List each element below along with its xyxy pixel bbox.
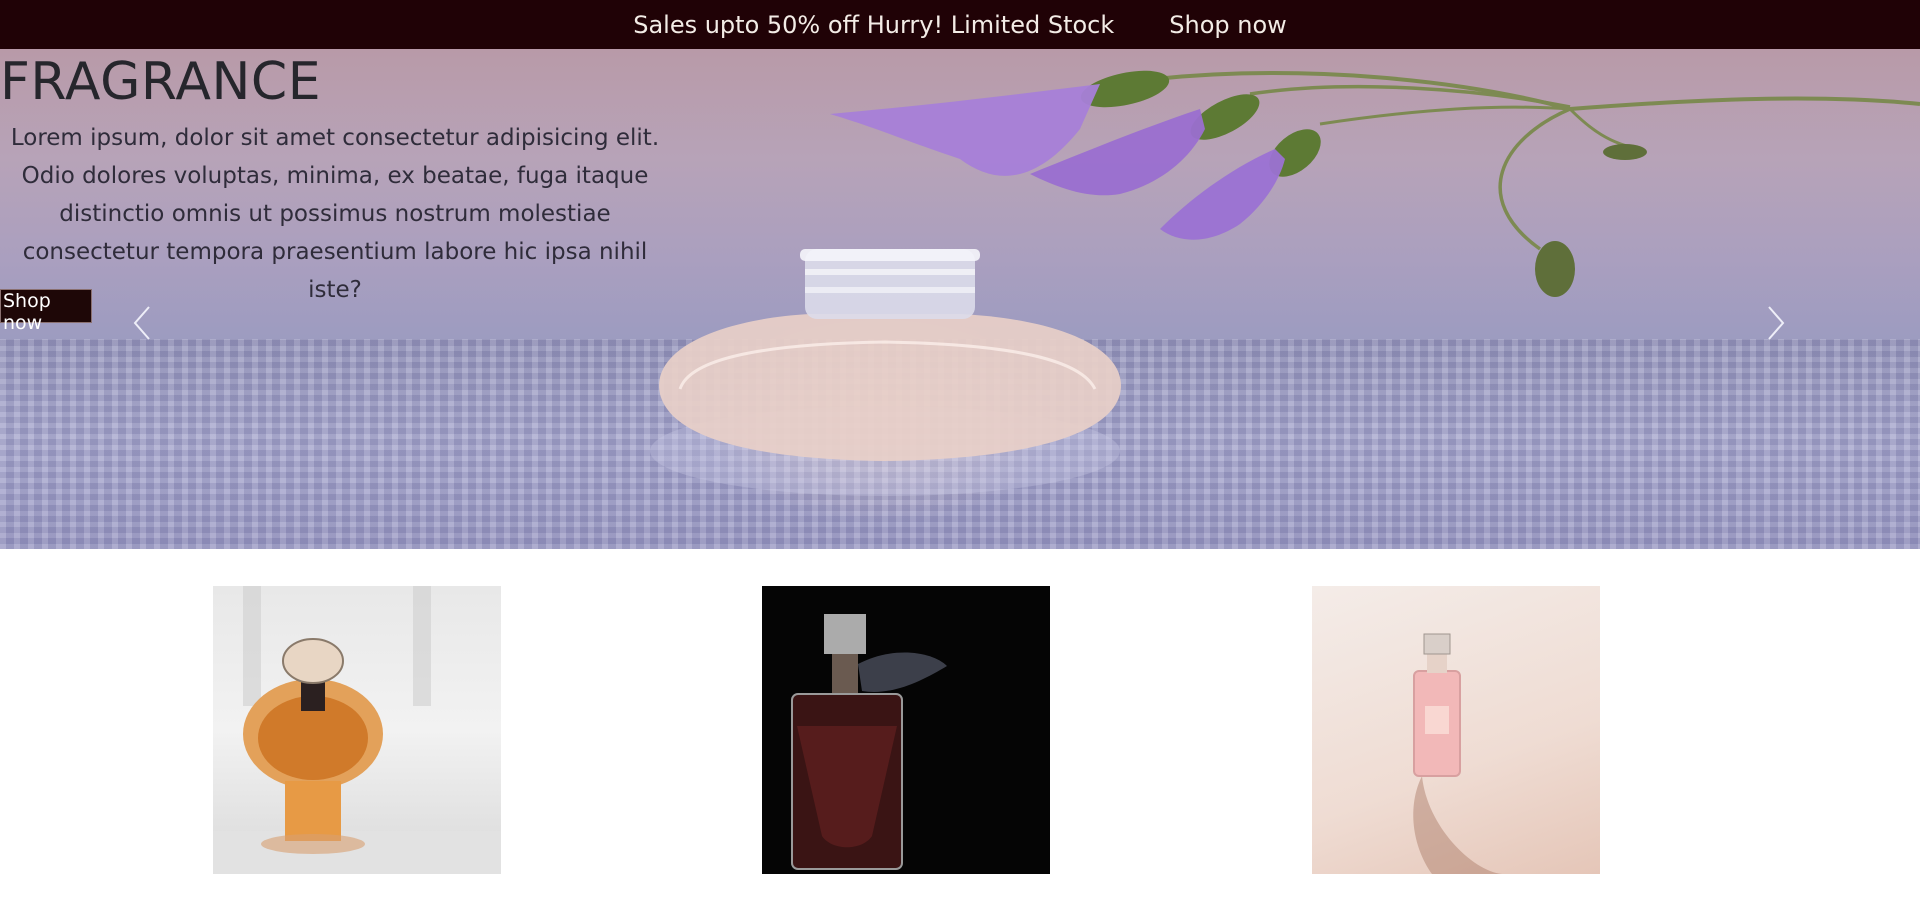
banner-shop-now-link[interactable]: Shop now bbox=[1169, 11, 1287, 39]
hero-shop-now-button[interactable]: Shop now bbox=[0, 289, 92, 334]
hero-description: Lorem ipsum, dolor sit amet consectetur … bbox=[10, 125, 660, 303]
product-card-amber-perfume[interactable] bbox=[213, 586, 501, 874]
carousel-prev-button[interactable] bbox=[128, 303, 158, 343]
carousel-next-button[interactable] bbox=[1760, 303, 1790, 343]
product-card-dark-perfume[interactable] bbox=[762, 586, 1050, 874]
perfume-bottle-image bbox=[213, 586, 501, 874]
chevron-left-icon bbox=[133, 306, 150, 340]
chevron-right-icon bbox=[1768, 306, 1785, 340]
promo-text: Sales upto 50% off Hurry! Limited Stock bbox=[633, 10, 1115, 39]
hero-title: FRAGRANCE bbox=[0, 52, 322, 112]
product-card-pink-perfume[interactable] bbox=[1312, 586, 1600, 874]
perfume-bottle-image bbox=[791, 614, 947, 870]
product-grid bbox=[0, 586, 1920, 874]
promo-banner: Sales upto 50% off Hurry! Limited Stock … bbox=[0, 0, 1920, 49]
hero-carousel: FRAGRANCE Lorem ipsum, dolor sit amet co… bbox=[0, 49, 1920, 549]
perfume-bottle-image bbox=[1413, 633, 1502, 874]
